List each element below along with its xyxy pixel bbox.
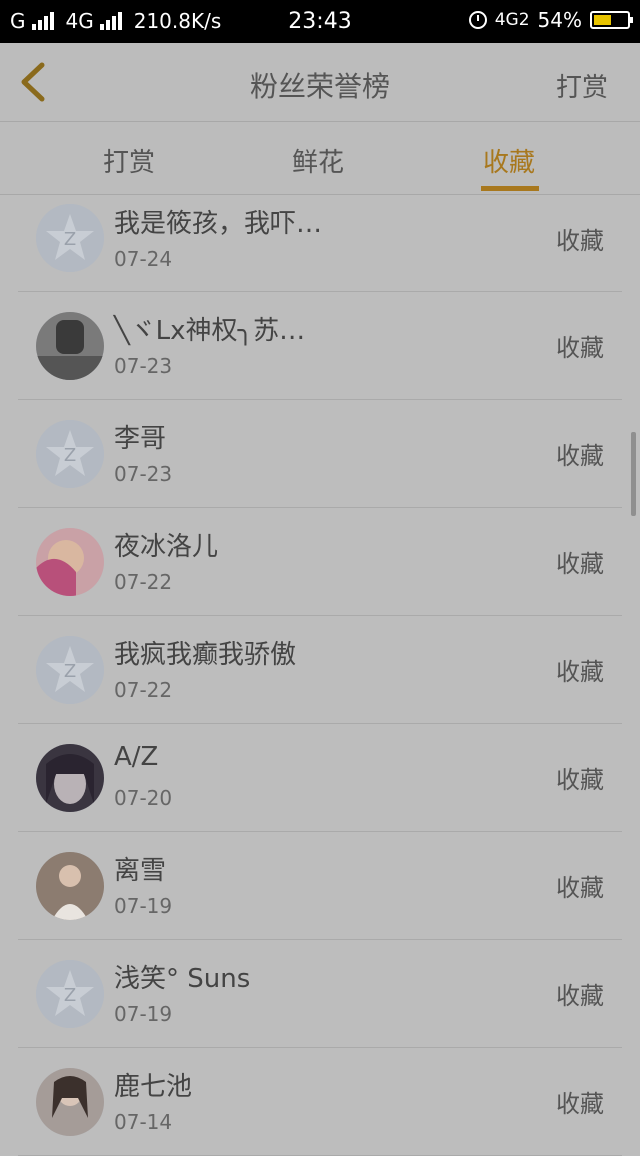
svg-text:Z: Z — [64, 985, 76, 1006]
tab-flowers[interactable]: 鲜花 — [292, 142, 344, 179]
battery-level — [594, 15, 611, 25]
fan-date: 07-19 — [114, 1002, 173, 1026]
battery-percent: 54% — [537, 8, 582, 32]
favorite-label: 收藏 — [556, 227, 604, 255]
fan-date: 07-20 — [114, 786, 173, 810]
favorite-label: 收藏 — [556, 874, 604, 902]
svg-text:Z: Z — [64, 445, 76, 466]
avatar[interactable] — [36, 1068, 104, 1136]
fan-row[interactable]: A/Z 07-20 收藏 — [18, 724, 622, 832]
avatar[interactable] — [36, 528, 104, 596]
favorite-label: 收藏 — [556, 766, 604, 794]
favorite-label: 收藏 — [556, 550, 604, 578]
page-title: 粉丝荣誉榜 — [249, 70, 390, 103]
fan-name: A/Z — [114, 742, 159, 772]
fan-name: 我疯我癫我骄傲 — [114, 640, 297, 670]
battery-icon — [590, 11, 633, 29]
fan-row[interactable]: ╲ヾLx神权╮苏… 07-23 收藏 — [18, 292, 622, 400]
favorite-label: 收藏 — [556, 334, 604, 362]
network-label: 4G2 — [494, 10, 530, 30]
fan-name: 李哥 — [114, 424, 167, 454]
scrollbar[interactable] — [631, 432, 636, 516]
avatar[interactable] — [36, 312, 104, 380]
favorite-label: 收藏 — [556, 1090, 604, 1118]
avatar[interactable]: Z — [36, 204, 104, 272]
svg-text:Z: Z — [64, 661, 76, 682]
fan-row[interactable]: Z 浅笑° Suns 07-19 收藏 — [18, 940, 622, 1048]
fan-list: Z 我是筱孩，我吓… 07-24 收藏 ╲ヾLx神权╮苏… 07-23 收藏 Z 李哥 07-23… — [0, 195, 640, 1156]
fan-row[interactable]: 鹿七池 07-14 收藏 — [18, 1048, 622, 1156]
fan-name: ╲ヾLx神权╮苏… — [114, 316, 306, 346]
favorite-label: 收藏 — [556, 658, 604, 686]
fan-date: 07-22 — [114, 678, 173, 702]
active-tab-indicator — [481, 186, 539, 191]
tab-bar: 打赏 鲜花 收藏 — [0, 122, 640, 195]
favorite-label: 收藏 — [556, 982, 604, 1010]
status-right: 4G2 54% — [468, 8, 633, 32]
fan-date: 07-19 — [114, 894, 173, 918]
fan-row[interactable]: Z 我是筱孩，我吓… 07-24 收藏 — [18, 195, 622, 292]
fan-row[interactable]: Z 李哥 07-23 收藏 — [18, 400, 622, 508]
avatar[interactable]: Z — [36, 960, 104, 1028]
fan-date: 07-22 — [114, 570, 173, 594]
fan-row[interactable]: 离雪 07-19 收藏 — [18, 832, 622, 940]
top-header: 粉丝荣誉榜 打赏 — [0, 43, 640, 122]
fan-date: 07-23 — [114, 354, 173, 378]
svg-text:Z: Z — [64, 229, 76, 250]
avatar[interactable]: Z — [36, 636, 104, 704]
fan-date: 07-23 — [114, 462, 173, 486]
fan-date: 07-14 — [114, 1110, 173, 1134]
fan-row[interactable]: 夜冰洛儿 07-22 收藏 — [18, 508, 622, 616]
alarm-icon — [468, 11, 487, 29]
avatar[interactable] — [36, 744, 104, 812]
fan-name: 离雪 — [114, 856, 167, 886]
fan-name: 鹿七池 — [114, 1072, 193, 1102]
fan-name: 我是筱孩，我吓… — [114, 209, 323, 239]
tab-reward[interactable]: 打赏 — [103, 142, 155, 179]
fan-row[interactable]: Z 我疯我癫我骄傲 07-22 收藏 — [18, 616, 622, 724]
fan-date: 07-24 — [114, 247, 173, 271]
avatar[interactable]: Z — [36, 420, 104, 488]
tab-favorites[interactable]: 收藏 — [483, 142, 535, 179]
fan-name: 夜冰洛儿 — [114, 532, 219, 562]
fan-name: 浅笑° Suns — [114, 964, 251, 994]
reward-button[interactable]: 打赏 — [556, 67, 608, 104]
favorite-label: 收藏 — [556, 442, 604, 470]
avatar[interactable] — [36, 852, 104, 920]
status-bar: G 4G 210.8K/s 23:43 4G2 54% — [0, 0, 640, 43]
